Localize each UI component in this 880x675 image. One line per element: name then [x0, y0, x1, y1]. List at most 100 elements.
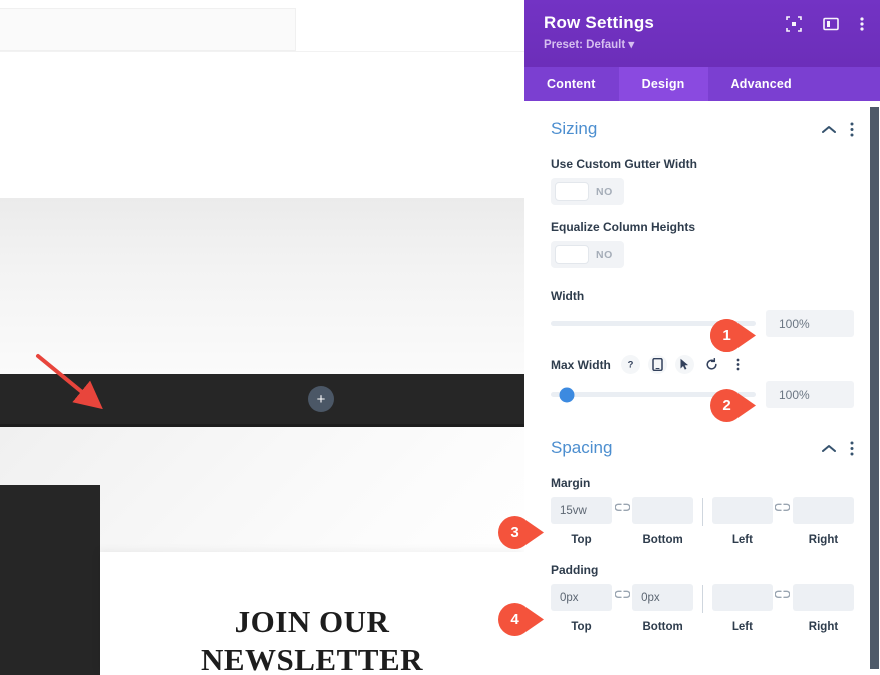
- margin-top-caption: Top: [571, 534, 591, 546]
- focus-icon[interactable]: [786, 16, 802, 32]
- padding-link-top-bottom-icon[interactable]: [612, 590, 632, 599]
- toggle-equalize-column-heights[interactable]: NO: [551, 241, 624, 268]
- margin-left-input[interactable]: [712, 497, 773, 524]
- preview-middle-band: [0, 198, 524, 374]
- width-slider[interactable]: [551, 321, 756, 326]
- panel-tabs: Content Design Advanced: [524, 67, 880, 101]
- field-use-custom-gutter-width: Use Custom Gutter Width NO: [524, 157, 880, 206]
- preview-top-bar: [0, 8, 296, 51]
- max-width-slider-row: 100%: [551, 381, 854, 408]
- field-more-options-icon[interactable]: [729, 355, 748, 374]
- field-max-width: Max Width ?: [524, 355, 880, 408]
- layout-panel-icon[interactable]: [823, 16, 839, 32]
- panel-preset-label: Preset: Default: [544, 39, 625, 51]
- max-width-option-icons: ?: [621, 355, 748, 374]
- toggle-use-custom-gutter-width[interactable]: NO: [551, 178, 624, 205]
- padding-top-cell: 0px Top: [551, 584, 612, 633]
- help-icon[interactable]: ?: [621, 355, 640, 374]
- padding-divider: [702, 585, 703, 613]
- margin-link-top-bottom-icon[interactable]: [612, 503, 632, 512]
- field-equalize-column-heights: Equalize Column Heights NO: [524, 220, 880, 269]
- label-width: Width: [551, 289, 854, 303]
- padding-bottom-caption: Bottom: [642, 621, 682, 633]
- padding-right-cell: Right: [793, 584, 854, 633]
- annotation-arrow-icon: [30, 350, 110, 410]
- margin-link-left-right-icon[interactable]: [773, 503, 793, 512]
- section-header-spacing: Spacing: [524, 408, 880, 462]
- margin-divider: [702, 498, 703, 526]
- margin-right-input[interactable]: [793, 497, 854, 524]
- add-row-button[interactable]: +: [308, 386, 334, 412]
- panel-body: Sizing Use Custom Gutter Width: [524, 101, 880, 675]
- preview-newsletter-heading: JOIN OUR NEWSLETTER: [100, 603, 524, 675]
- padding-top-caption: Top: [571, 621, 591, 633]
- margin-bottom-input[interactable]: [632, 497, 693, 524]
- margin-inputs-row: 15vw Top Bottom: [551, 497, 854, 546]
- field-width: Width 100%: [524, 289, 880, 337]
- responsive-device-icon[interactable]: [648, 355, 667, 374]
- panel-scrollbar[interactable]: [869, 107, 880, 669]
- preview-top-divider: [0, 51, 524, 52]
- label-use-custom-gutter-width: Use Custom Gutter Width: [551, 157, 854, 171]
- section-more-options-icon[interactable]: [850, 122, 854, 137]
- newsletter-heading-line-2: NEWSLETTER: [100, 641, 524, 675]
- tab-content[interactable]: Content: [524, 67, 619, 101]
- toggle-value-label: NO: [596, 249, 613, 261]
- panel-scrollbar-thumb[interactable]: [870, 107, 879, 669]
- padding-top-input[interactable]: 0px: [551, 584, 612, 611]
- panel-header-actions: [786, 16, 864, 32]
- max-width-slider[interactable]: [551, 392, 756, 397]
- panel-preset-selector[interactable]: Preset: Default ▾: [544, 37, 862, 51]
- newsletter-heading-line-1: JOIN OUR: [100, 603, 524, 641]
- margin-right-cell: Right: [793, 497, 854, 546]
- chevron-up-icon[interactable]: [822, 444, 836, 453]
- padding-link-left-right-icon[interactable]: [773, 590, 793, 599]
- padding-left-caption: Left: [732, 621, 753, 633]
- reset-icon[interactable]: [702, 355, 721, 374]
- tab-design[interactable]: Design: [619, 67, 708, 101]
- padding-left-input[interactable]: [712, 584, 773, 611]
- tab-advanced[interactable]: Advanced: [708, 67, 815, 101]
- label-max-width-row: Max Width ?: [551, 355, 854, 374]
- svg-text:?: ?: [627, 360, 633, 370]
- more-options-icon[interactable]: [860, 16, 864, 32]
- row-settings-panel: Row Settings Preset: Default ▾: [524, 0, 880, 675]
- label-padding: Padding: [551, 563, 854, 577]
- section-title-spacing: Spacing: [551, 438, 612, 458]
- margin-right-caption: Right: [809, 534, 838, 546]
- app-root: + JOIN OUR NEWSLETTER Row Settings Prese…: [0, 0, 880, 675]
- label-equalize-column-heights: Equalize Column Heights: [551, 220, 854, 234]
- padding-bottom-cell: 0px Bottom: [632, 584, 693, 633]
- preview-left-dark-column: [0, 485, 100, 675]
- width-slider-row: 100%: [551, 310, 854, 337]
- label-margin: Margin: [551, 476, 854, 490]
- label-max-width: Max Width: [551, 358, 611, 372]
- toggle-value-label: NO: [596, 186, 613, 198]
- section-header-sizing: Sizing: [524, 101, 880, 143]
- margin-left-caption: Left: [732, 534, 753, 546]
- padding-bottom-input[interactable]: 0px: [632, 584, 693, 611]
- margin-top-cell: 15vw Top: [551, 497, 612, 546]
- padding-right-input[interactable]: [793, 584, 854, 611]
- section-controls-spacing: [822, 441, 854, 456]
- margin-left-cell: Left: [712, 497, 773, 546]
- margin-bottom-cell: Bottom: [632, 497, 693, 546]
- field-padding: Padding 0px Top 0px Bottom: [524, 563, 880, 633]
- margin-bottom-caption: Bottom: [642, 534, 682, 546]
- padding-right-caption: Right: [809, 621, 838, 633]
- margin-top-input[interactable]: 15vw: [551, 497, 612, 524]
- max-width-value-input[interactable]: 100%: [766, 381, 854, 408]
- padding-inputs-row: 0px Top 0px Bottom: [551, 584, 854, 633]
- width-value-input[interactable]: 100%: [766, 310, 854, 337]
- section-more-options-icon[interactable]: [850, 441, 854, 456]
- toggle-track: [555, 182, 589, 201]
- padding-left-cell: Left: [712, 584, 773, 633]
- toggle-track: [555, 245, 589, 264]
- field-margin: Margin 15vw Top Bottom: [524, 476, 880, 546]
- section-title-sizing: Sizing: [551, 119, 597, 139]
- chevron-up-icon[interactable]: [822, 125, 836, 134]
- max-width-slider-handle[interactable]: [560, 387, 575, 402]
- website-preview-canvas[interactable]: + JOIN OUR NEWSLETTER: [0, 0, 524, 675]
- section-controls-sizing: [822, 122, 854, 137]
- hover-cursor-icon[interactable]: [675, 355, 694, 374]
